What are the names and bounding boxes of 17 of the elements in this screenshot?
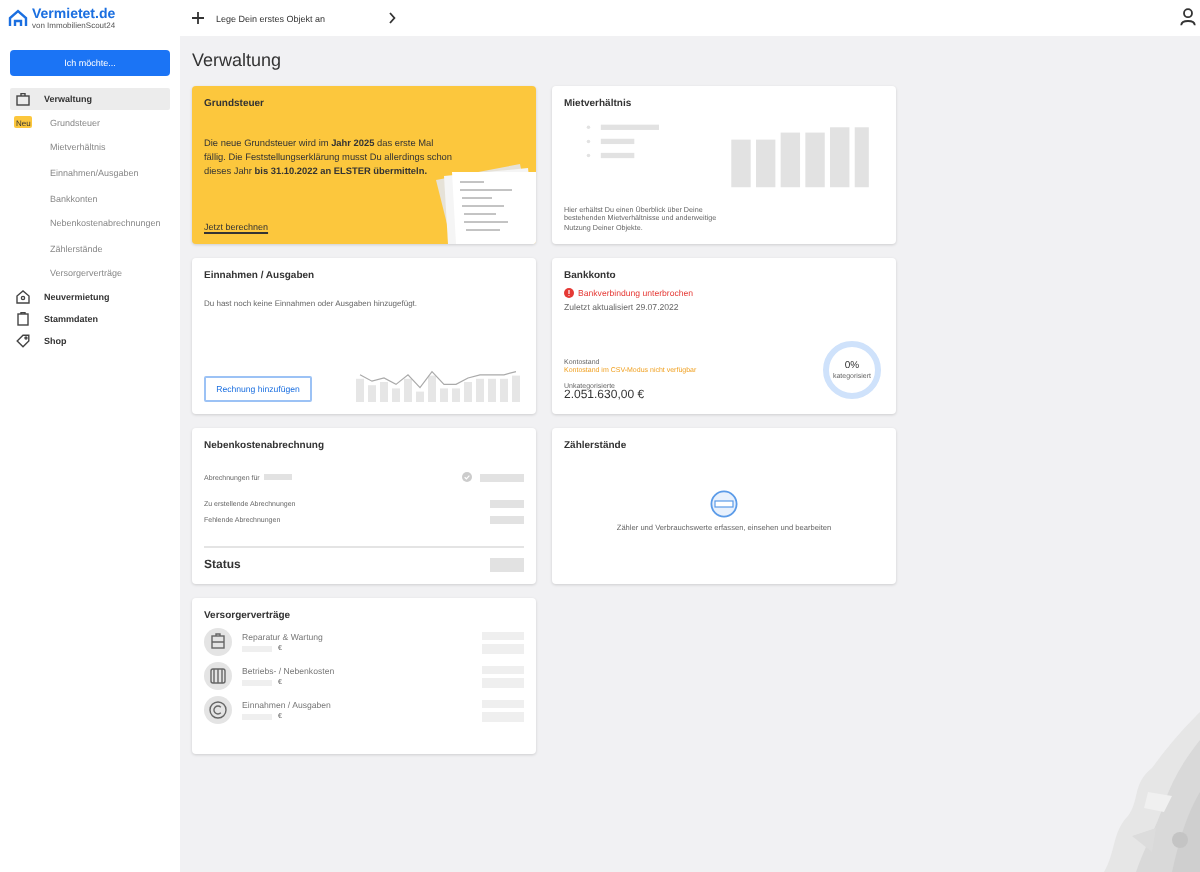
house-logo-icon: [8, 8, 28, 28]
folder-icon: [16, 312, 30, 327]
copyright-icon: [204, 696, 232, 724]
radiator-icon: [204, 662, 232, 690]
page-title: Verwaltung: [192, 48, 284, 72]
plus-icon[interactable]: [192, 12, 204, 24]
progress-ring: [820, 338, 884, 402]
user-icon[interactable]: [1180, 8, 1196, 26]
meter-icon: [710, 490, 738, 518]
check-circle-icon: [462, 472, 472, 482]
house-key-icon: [16, 290, 30, 305]
error-icon: [564, 288, 574, 298]
placeholder-bar: [490, 558, 524, 572]
briefcase-icon: [16, 92, 30, 106]
toolbox-icon: [204, 628, 232, 656]
chevron-right-icon[interactable]: [388, 12, 396, 24]
tag-icon: [16, 334, 30, 349]
